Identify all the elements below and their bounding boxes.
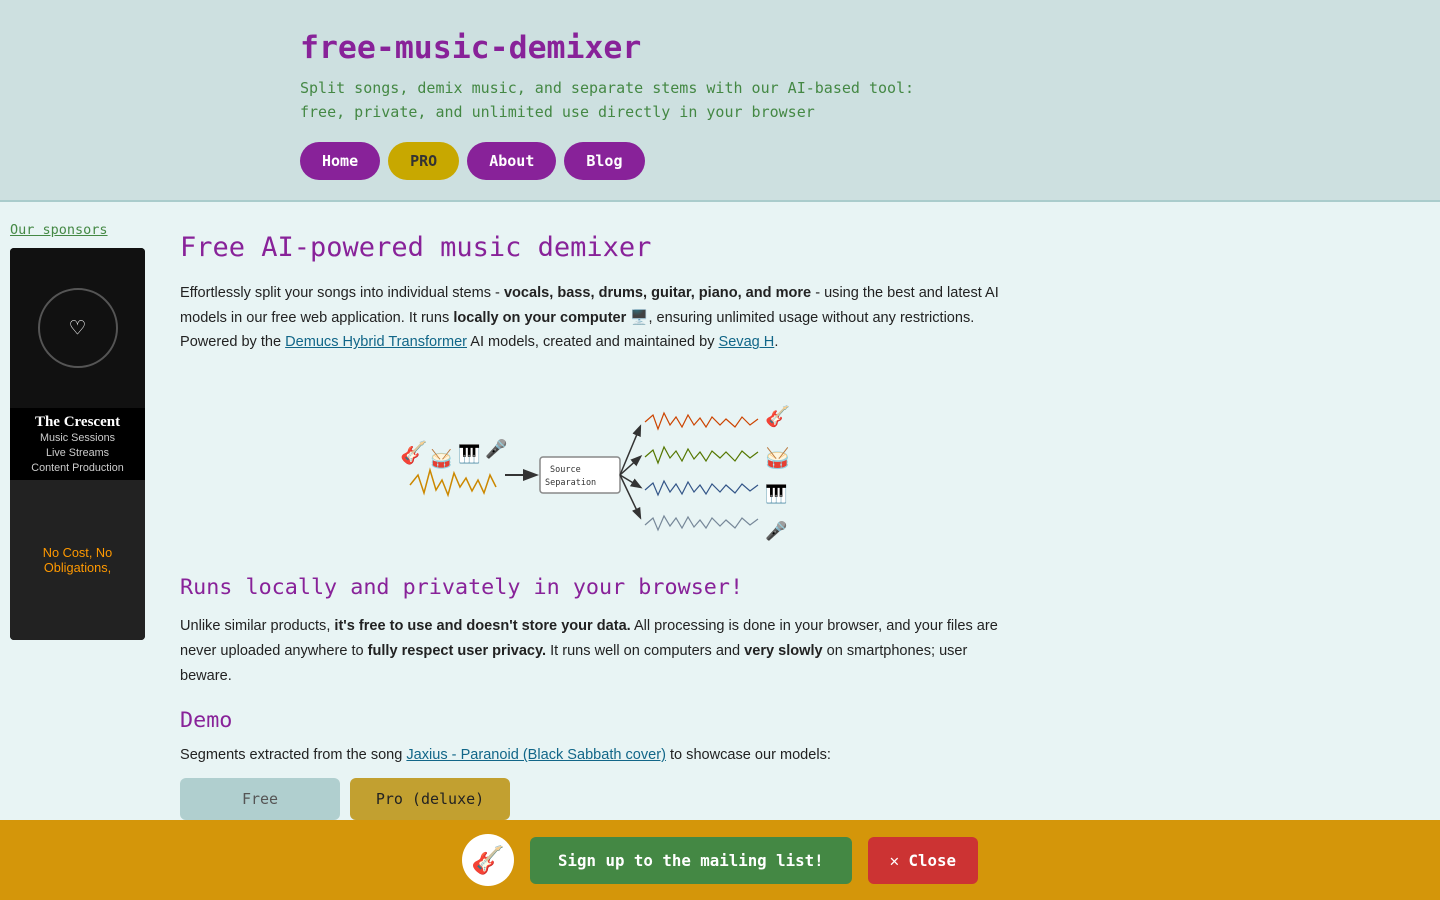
sponsor-name: The Crescent — [16, 414, 139, 431]
svg-text:🎸: 🎸 — [400, 440, 427, 466]
sevag-link[interactable]: Sevag H — [719, 334, 775, 350]
svg-text:🎹: 🎹 — [458, 443, 480, 465]
sidebar: Our sponsors ♡ The Crescent Music Sessio… — [0, 202, 160, 882]
about-button[interactable]: About — [467, 142, 556, 180]
intro-paragraph: Effortlessly split your songs into indiv… — [180, 281, 1020, 355]
notification-bar: 🎸 Sign up to the mailing list! ✕ Close — [0, 820, 1440, 900]
home-button[interactable]: Home — [300, 142, 380, 180]
signup-button[interactable]: Sign up to the mailing list! — [530, 837, 852, 884]
diagram-container: 🎸 🥁 🎹 🎤 — [180, 375, 1020, 550]
subtitle: Split songs, demix music, and separate s… — [300, 76, 1440, 124]
svg-text:🎤: 🎤 — [485, 438, 507, 460]
close-notification-button[interactable]: ✕ Close — [868, 837, 978, 884]
demucs-link[interactable]: Demucs Hybrid Transformer — [285, 334, 467, 350]
svg-text:🎹: 🎹 — [765, 483, 787, 505]
nav-buttons: Home PRO About Blog — [300, 142, 1440, 180]
notification-icon: 🎸 — [462, 834, 514, 886]
sponsor-tagline: Music SessionsLive StreamsContent Produc… — [16, 431, 139, 476]
blog-button[interactable]: Blog — [564, 142, 644, 180]
demo-heading: Demo — [180, 708, 1020, 733]
site-title: free-music-demixer — [300, 30, 1440, 66]
pro-button[interactable]: PRO — [388, 142, 459, 180]
demo-paragraph: Segments extracted from the song Jaxius … — [180, 743, 1020, 768]
demo-song-link[interactable]: Jaxius - Paranoid (Black Sabbath cover) — [406, 747, 666, 763]
demo-table: Free Pro (deluxe) — [180, 778, 1020, 820]
sponsor-bottom-image: No Cost, NoObligations, — [10, 480, 145, 640]
svg-text:Separation: Separation — [545, 478, 596, 488]
main-heading: Free AI-powered music demixer — [180, 232, 1020, 263]
header: free-music-demixer Split songs, demix mu… — [0, 0, 1440, 202]
main-content: Free AI-powered music demixer Effortless… — [160, 202, 1060, 882]
main-layout: Our sponsors ♡ The Crescent Music Sessio… — [0, 202, 1440, 882]
sponsor-image-area: ♡ — [10, 248, 145, 408]
svg-text:🎸: 🎸 — [765, 404, 790, 428]
heartbeat-icon: ♡ — [70, 314, 84, 342]
demo-free-col: Free — [180, 778, 340, 820]
demo-pro-col: Pro (deluxe) — [350, 778, 510, 820]
svg-text:🥁: 🥁 — [430, 448, 453, 470]
sponsor-logo-circle: ♡ — [38, 288, 118, 368]
section1-heading: Runs locally and privately in your brows… — [180, 575, 1020, 600]
sponsor-text-area: The Crescent Music SessionsLive StreamsC… — [10, 408, 145, 480]
svg-text:🥁: 🥁 — [765, 446, 790, 470]
svg-text:🎤: 🎤 — [765, 520, 787, 542]
section1-paragraph: Unlike similar products, it's free to us… — [180, 614, 1020, 688]
svg-text:Source: Source — [550, 465, 581, 475]
sponsor-bottom-text: No Cost, NoObligations, — [35, 537, 120, 583]
sponsors-label[interactable]: Our sponsors — [10, 222, 150, 238]
sponsor-card: ♡ The Crescent Music SessionsLive Stream… — [10, 248, 145, 640]
source-separation-diagram: 🎸 🥁 🎹 🎤 — [390, 375, 810, 550]
